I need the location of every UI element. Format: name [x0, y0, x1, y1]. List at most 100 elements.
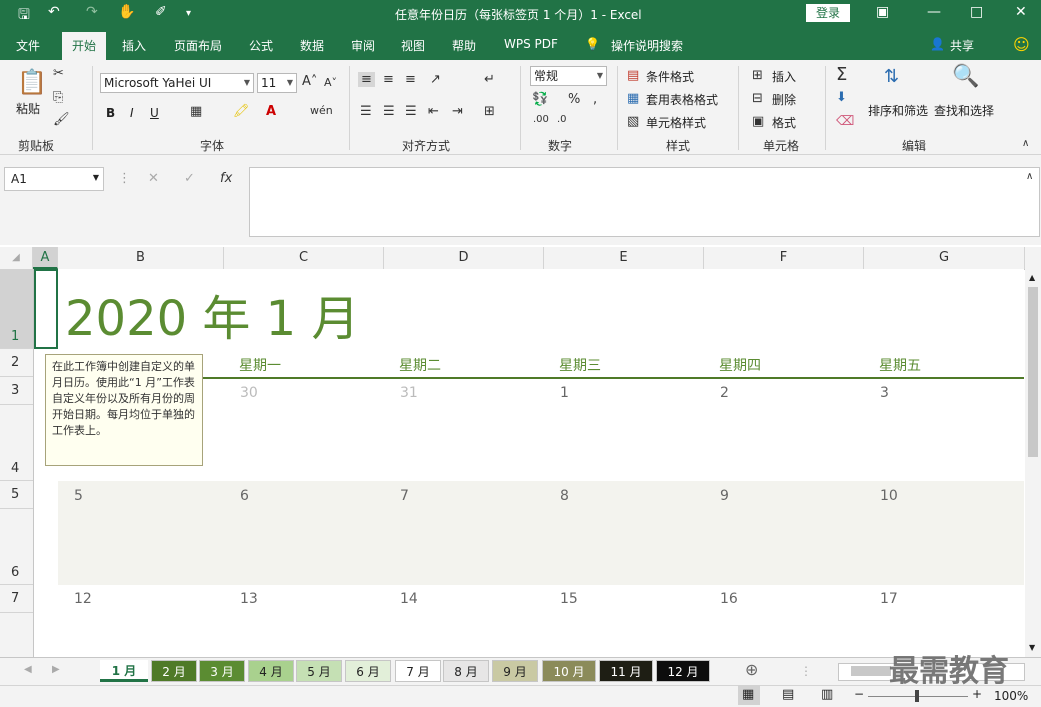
sheet-tab-9[interactable]: 9 月 [492, 660, 538, 682]
sheet-tab-5[interactable]: 5 月 [296, 660, 342, 682]
border-icon[interactable]: ▦ [190, 104, 202, 119]
enter-icon[interactable]: ✓ [184, 171, 195, 186]
horizontal-scroll-thumb[interactable] [851, 666, 891, 676]
page-layout-view-icon[interactable]: ▤ [782, 687, 794, 702]
scroll-thumb[interactable] [1028, 287, 1038, 457]
row-header-6[interactable]: 6 [0, 509, 33, 585]
insert-function-icon[interactable]: fx [220, 171, 232, 186]
format-painter-icon[interactable]: 🖌 [53, 112, 70, 127]
smiley-icon[interactable]: ☺ [1013, 35, 1030, 54]
decrease-decimal-icon[interactable]: .0 [557, 114, 567, 125]
align-middle-icon[interactable]: ≡ [383, 72, 394, 87]
sheet-tab-7[interactable]: 7 月 [395, 660, 441, 682]
sheet-tab-10[interactable]: 10 月 [542, 660, 596, 682]
vertical-scrollbar[interactable]: ▲ ▼ [1025, 247, 1041, 657]
percent-icon[interactable]: % [568, 92, 580, 107]
grow-font-icon[interactable]: A˄ [302, 74, 317, 89]
new-sheet-icon[interactable]: ⊕ [745, 660, 758, 679]
insert-cells-button[interactable]: 插入 [772, 68, 796, 85]
font-name-select[interactable]: Microsoft YaHei UI ▼ [100, 73, 254, 93]
tab-home[interactable]: 开始 [62, 32, 107, 60]
comma-icon[interactable]: , [593, 92, 597, 107]
column-header-g[interactable]: G [864, 247, 1025, 269]
format-painter-icon[interactable]: ✐ [155, 4, 167, 20]
collapse-ribbon-icon[interactable]: ∧ [1022, 138, 1029, 149]
clear-icon[interactable]: ⌫ [836, 114, 854, 129]
login-button[interactable]: 登录 [806, 4, 850, 22]
format-cells-button[interactable]: 格式 [772, 114, 796, 131]
tab-formulas[interactable]: 公式 [249, 37, 273, 54]
row-header-3[interactable]: 3 [0, 377, 33, 405]
number-format-select[interactable]: 常规 ▼ [530, 66, 607, 86]
align-right-icon[interactable]: ☰ [405, 104, 417, 119]
row-header-2[interactable]: 2 [0, 349, 33, 377]
save-icon[interactable]: 🖫 [18, 4, 30, 28]
minimize-icon[interactable]: — [927, 4, 941, 20]
delete-cells-button[interactable]: 删除 [772, 91, 796, 108]
name-box[interactable]: A1 ▼ [4, 167, 104, 191]
cancel-icon[interactable]: ✕ [148, 171, 159, 186]
share-button[interactable]: 共享 [950, 37, 974, 54]
format-table-button[interactable]: 套用表格格式 [646, 91, 718, 108]
conditional-format-button[interactable]: 条件格式 [646, 68, 694, 85]
find-select-button[interactable]: 查找和选择 [934, 102, 994, 119]
ribbon-display-icon[interactable]: ▣ [876, 4, 889, 20]
sheet-tab-4[interactable]: 4 月 [248, 660, 294, 682]
font-color-icon[interactable]: A [266, 104, 276, 119]
align-bottom-icon[interactable]: ≡ [405, 72, 416, 87]
fill-color-icon[interactable]: 🖍 [233, 104, 250, 119]
bold-button[interactable]: B [106, 106, 115, 120]
formula-input[interactable] [249, 167, 1040, 237]
tab-review[interactable]: 审阅 [351, 37, 375, 54]
phonetic-icon[interactable]: wén [310, 104, 333, 117]
column-header-a[interactable]: A [33, 247, 58, 269]
autosum-icon[interactable]: Σ [836, 64, 847, 85]
merge-center-icon[interactable]: ⊞ [484, 104, 495, 119]
column-header-f[interactable]: F [704, 247, 864, 269]
copy-icon[interactable]: ⎘ [53, 90, 63, 105]
tab-data[interactable]: 数据 [300, 37, 324, 54]
shrink-font-icon[interactable]: A˅ [324, 76, 337, 89]
select-all-corner[interactable]: ◢ [0, 247, 33, 269]
close-icon[interactable]: ✕ [1015, 4, 1027, 20]
currency-icon[interactable]: 💱 [532, 92, 548, 107]
page-break-view-icon[interactable]: ▥ [821, 687, 833, 702]
align-top-icon[interactable]: ≡ [358, 72, 375, 87]
tell-me-search[interactable]: 操作说明搜索 [611, 37, 683, 54]
fill-icon[interactable]: ⬇ [836, 90, 847, 105]
tab-file[interactable]: 文件 [16, 37, 40, 54]
paste-icon[interactable]: 📋 [17, 68, 47, 96]
tab-help[interactable]: 帮助 [452, 37, 476, 54]
active-cell-a1[interactable] [34, 269, 58, 349]
expand-formula-icon[interactable]: ∧ [1026, 171, 1033, 182]
tab-view[interactable]: 视图 [401, 37, 425, 54]
row-header-1[interactable]: 1 [0, 269, 33, 349]
zoom-out-icon[interactable]: − [854, 687, 864, 701]
zoom-level[interactable]: 100% [994, 689, 1028, 703]
increase-indent-icon[interactable]: ⇥ [452, 104, 463, 119]
wrap-text-icon[interactable]: ↵ [484, 72, 495, 87]
column-header-d[interactable]: D [384, 247, 544, 269]
paste-button[interactable]: 粘贴 [16, 100, 40, 117]
column-header-e[interactable]: E [544, 247, 704, 269]
row-header-5[interactable]: 5 [0, 481, 33, 509]
align-left-icon[interactable]: ☰ [360, 104, 372, 119]
sheet-tab-12[interactable]: 12 月 [656, 660, 710, 682]
column-header-c[interactable]: C [224, 247, 384, 269]
redo-icon[interactable]: ↷ [86, 4, 98, 20]
scroll-down-icon[interactable]: ▼ [1029, 643, 1035, 652]
tab-page-layout[interactable]: 页面布局 [174, 37, 222, 54]
sheet-tab-6[interactable]: 6 月 [345, 660, 391, 682]
increase-decimal-icon[interactable]: .00 [533, 114, 549, 125]
undo-icon[interactable]: ↶ [48, 4, 60, 20]
sheet-tab-3[interactable]: 3 月 [199, 660, 245, 682]
cell-styles-button[interactable]: 单元格样式 [646, 114, 706, 131]
tab-wps-pdf[interactable]: WPS PDF [504, 37, 558, 51]
row-header-4[interactable]: 4 [0, 405, 33, 481]
touch-mode-icon[interactable]: ✋ [118, 4, 135, 20]
sheet-tab-11[interactable]: 11 月 [599, 660, 653, 682]
zoom-slider-thumb[interactable] [915, 690, 919, 702]
next-sheet-icon[interactable]: ▶ [52, 664, 60, 675]
sheet-tab-2[interactable]: 2 月 [151, 660, 197, 682]
column-header-b[interactable]: B [58, 247, 224, 269]
